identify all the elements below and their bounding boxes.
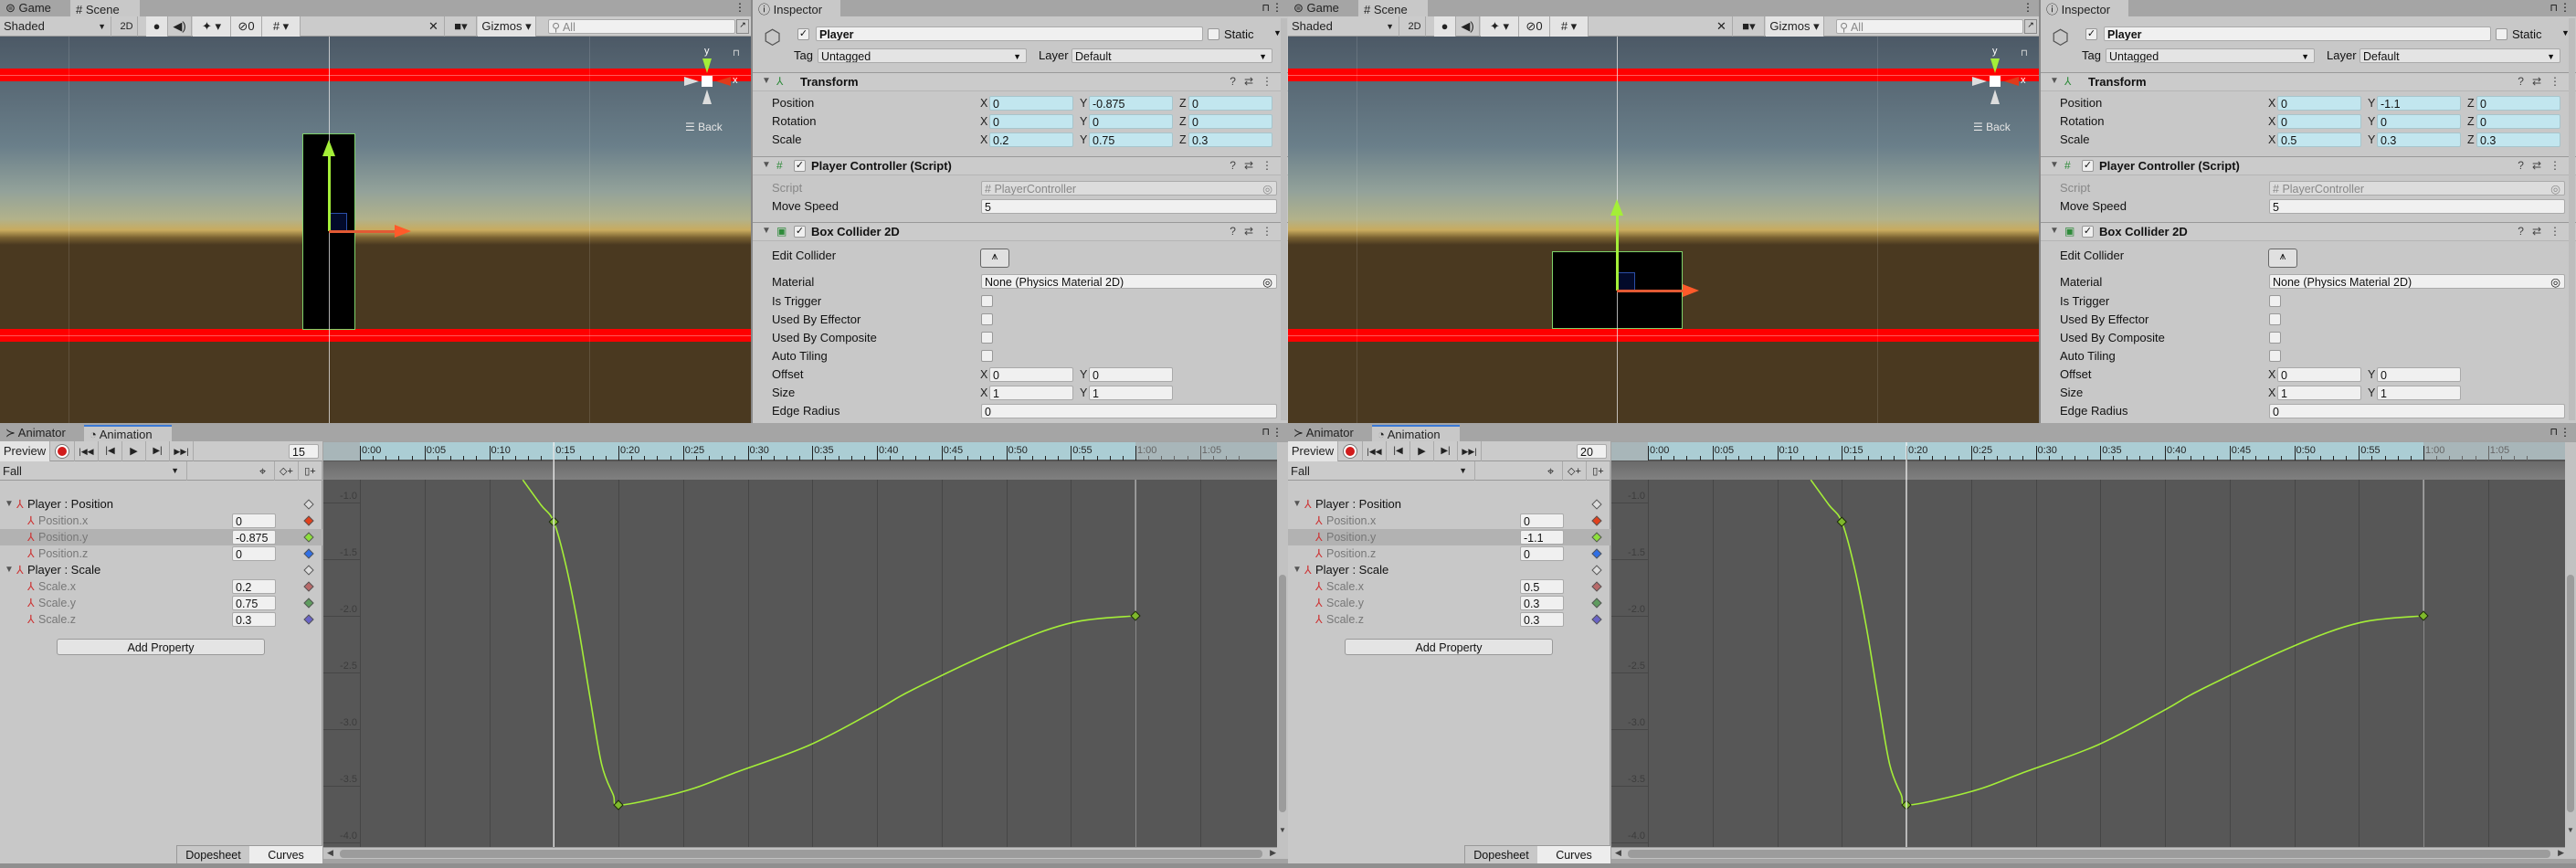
curve-plot[interactable] [0, 0, 1288, 868]
horizontal-scrollbar[interactable]: ◀ ▶ [1611, 847, 2566, 859]
window-bottom-edge [1288, 863, 2576, 868]
vertical-scroll-thumb[interactable] [1279, 575, 1286, 812]
unity-editor-window: ⊜ Game # Scene ⋮ Shaded ▼ 2D ● ◀) ✦ ▾ ⊘0 … [1288, 0, 2576, 868]
position-y-curve[interactable] [1810, 480, 2424, 806]
curve-keyframe[interactable] [1130, 610, 1141, 621]
scroll-down-icon[interactable]: ▼ [2567, 826, 2574, 834]
scroll-right-icon[interactable]: ▶ [2558, 848, 2564, 858]
horizontal-scroll-thumb[interactable] [340, 850, 1262, 858]
curve-keyframe[interactable] [613, 799, 624, 810]
horizontal-scrollbar[interactable]: ◀ ▶ [323, 847, 1278, 859]
window-bottom-edge [0, 863, 1288, 868]
scroll-left-icon[interactable]: ◀ [327, 848, 333, 858]
vertical-scroll-thumb[interactable] [2567, 575, 2574, 812]
curve-plot[interactable] [1288, 0, 2576, 868]
scroll-right-icon[interactable]: ▶ [1270, 848, 1276, 858]
curve-keyframe[interactable] [2418, 610, 2429, 621]
position-y-curve[interactable] [522, 480, 1136, 806]
unity-editor-window: ⊜ Game # Scene ⋮ Shaded ▼ 2D ● ◀) ✦ ▾ ⊘0 … [0, 0, 1288, 868]
scroll-left-icon[interactable]: ◀ [1615, 848, 1621, 858]
scroll-down-icon[interactable]: ▼ [1279, 826, 1286, 834]
curve-keyframe[interactable] [1836, 516, 1847, 527]
vertical-scrollbar[interactable]: ▼ [2565, 442, 2576, 859]
horizontal-scroll-thumb[interactable] [1628, 850, 2550, 858]
vertical-scrollbar[interactable]: ▼ [1277, 442, 1288, 859]
